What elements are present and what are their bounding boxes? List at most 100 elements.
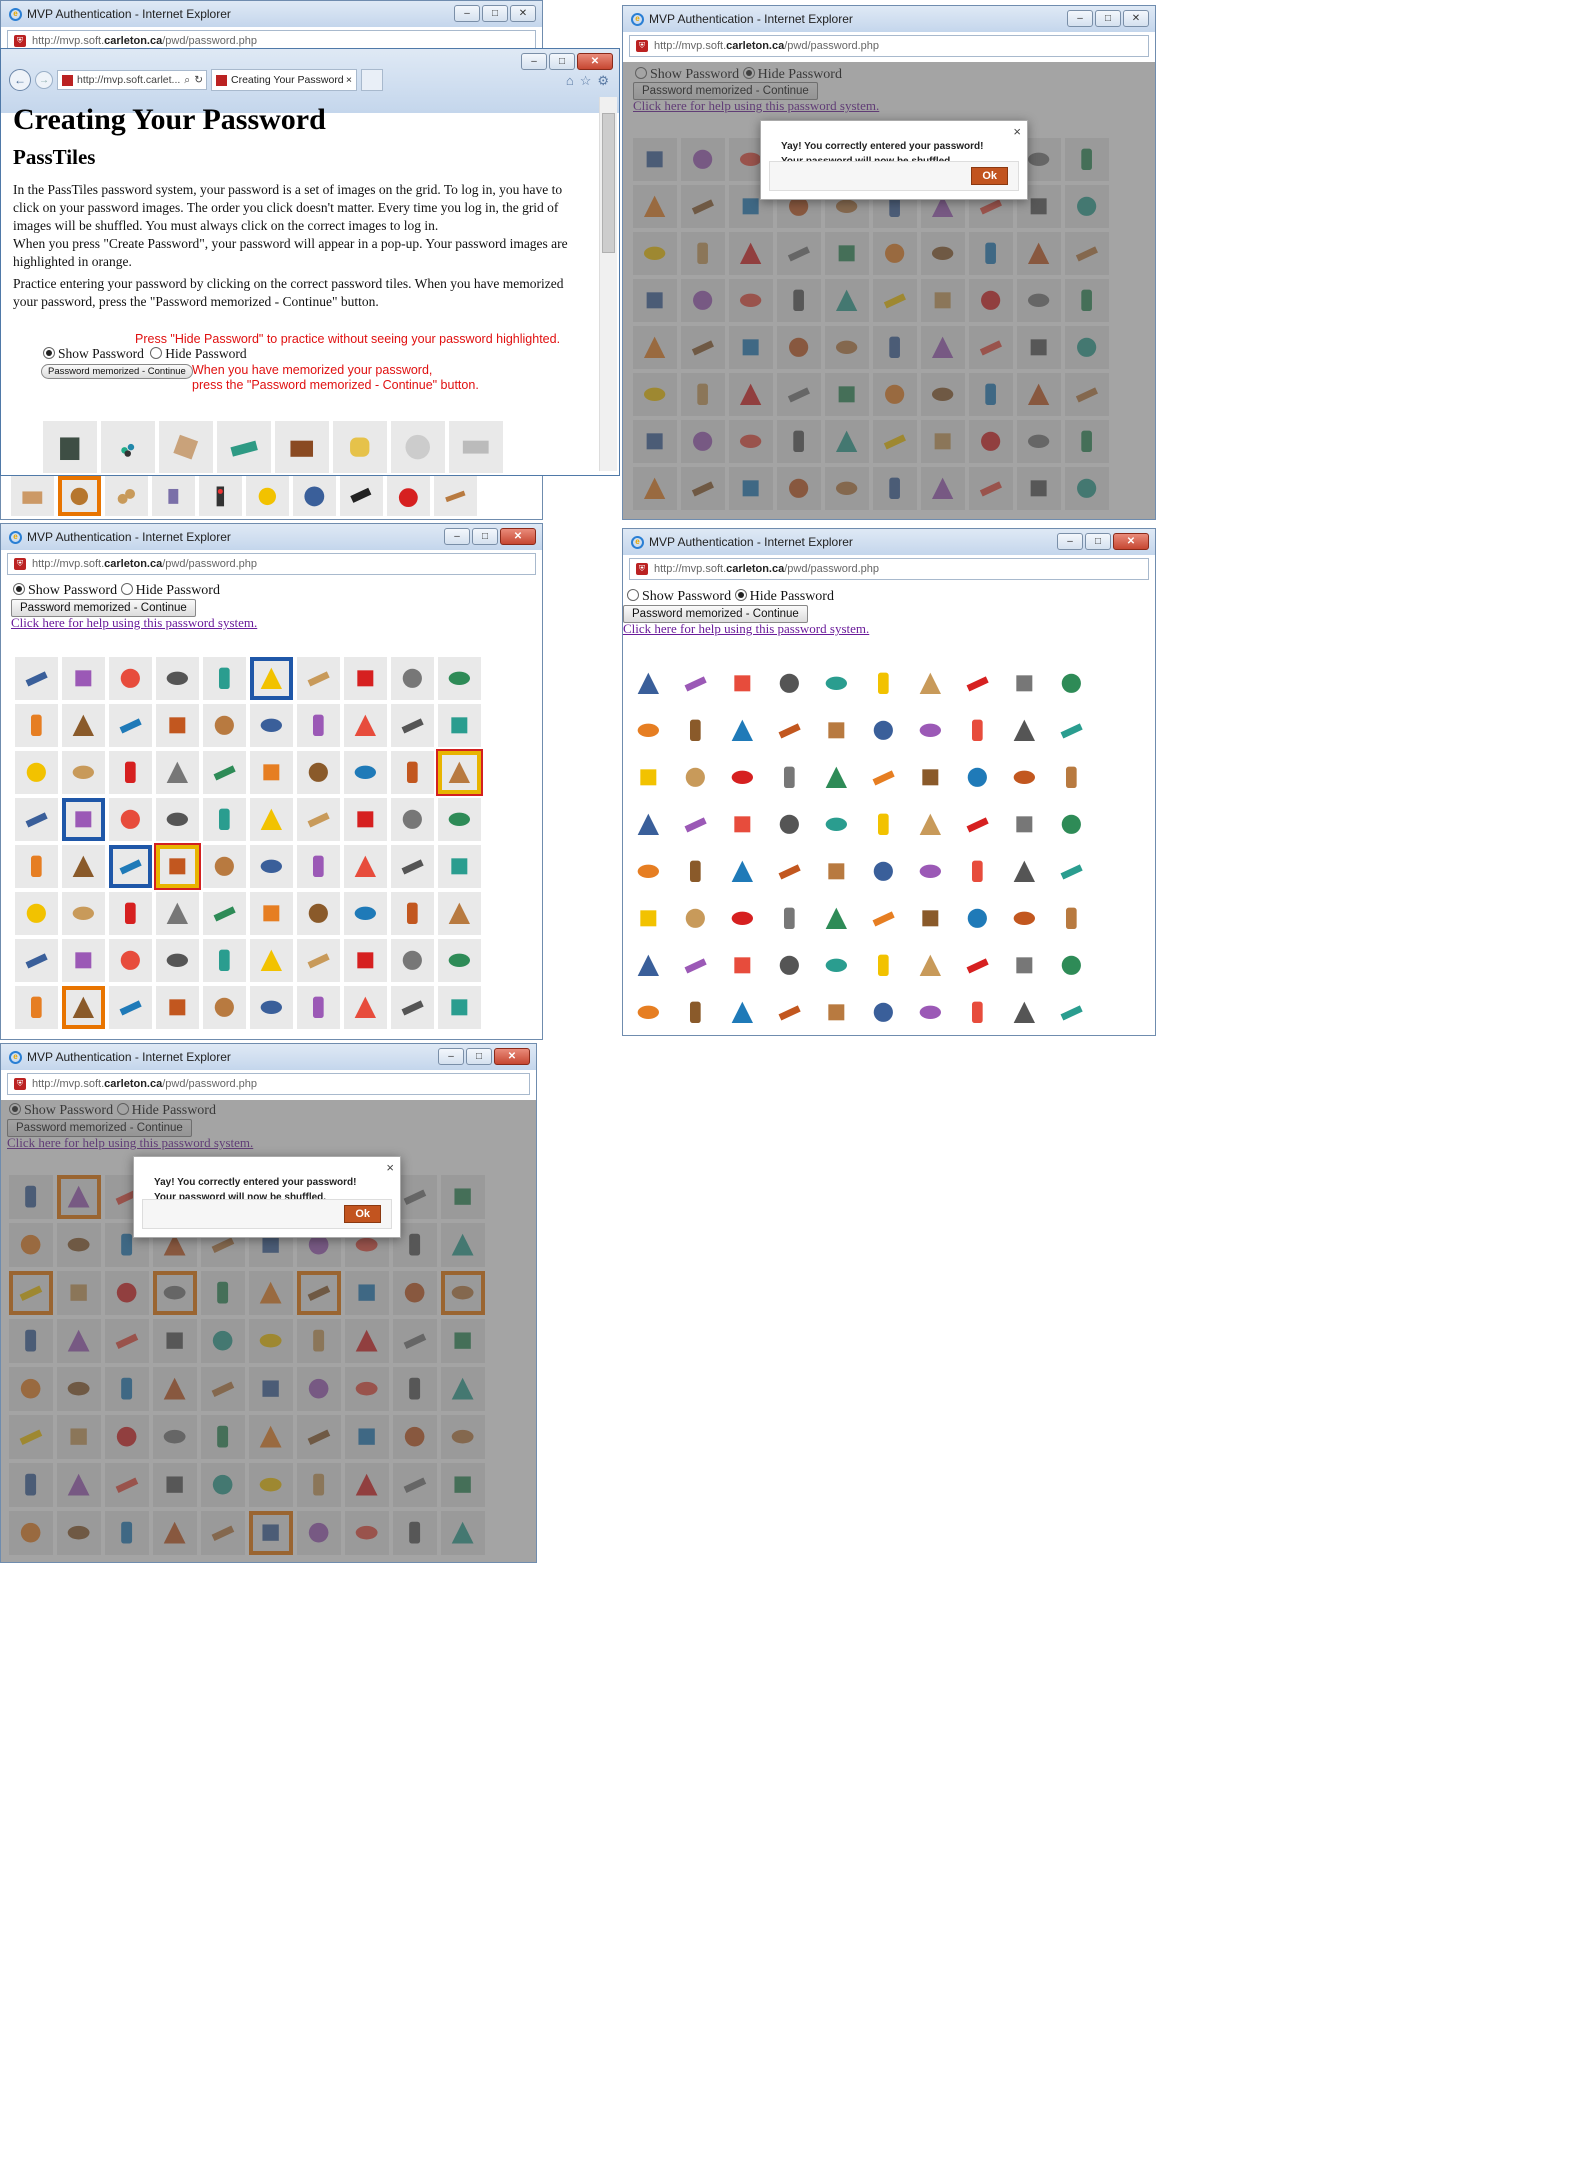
tile[interactable] — [674, 756, 717, 799]
tile[interactable] — [391, 751, 434, 794]
tile[interactable] — [627, 944, 670, 987]
tile[interactable] — [768, 850, 811, 893]
tile[interactable] — [438, 892, 481, 935]
tile[interactable] — [1050, 756, 1093, 799]
tile[interactable] — [815, 897, 858, 940]
tile[interactable] — [11, 476, 54, 516]
ok-button[interactable]: Ok — [344, 1205, 381, 1223]
help-link[interactable]: Click here for help using this password … — [11, 615, 257, 630]
minimize-button[interactable]: – — [444, 528, 470, 545]
tile-password[interactable] — [436, 749, 483, 796]
tile[interactable] — [297, 657, 340, 700]
tile[interactable] — [721, 850, 764, 893]
tile[interactable] — [297, 704, 340, 747]
tile[interactable] — [109, 939, 152, 982]
tile[interactable] — [815, 803, 858, 846]
tile[interactable] — [627, 897, 670, 940]
tile[interactable] — [721, 991, 764, 1034]
tile[interactable] — [109, 892, 152, 935]
tile[interactable] — [246, 476, 289, 516]
tile[interactable] — [62, 892, 105, 935]
tile[interactable] — [391, 892, 434, 935]
tile[interactable] — [15, 798, 58, 841]
help-link[interactable]: Click here for help using this password … — [623, 621, 869, 636]
tile[interactable] — [956, 709, 999, 752]
tile[interactable] — [387, 476, 430, 516]
tile[interactable] — [1050, 897, 1093, 940]
tile-password[interactable] — [62, 798, 105, 841]
tile[interactable] — [768, 662, 811, 705]
address-bar[interactable]: ⛨ http://mvp.soft. carleton.ca/pwd/passwor… — [629, 35, 1149, 57]
tile[interactable] — [15, 704, 58, 747]
tile[interactable] — [156, 939, 199, 982]
close-button[interactable]: ✕ — [500, 528, 536, 545]
tile[interactable] — [159, 421, 213, 473]
tile[interactable] — [344, 892, 387, 935]
ok-button[interactable]: Ok — [971, 167, 1008, 185]
tile[interactable] — [43, 421, 97, 473]
tile[interactable] — [250, 939, 293, 982]
close-tab-icon[interactable]: × — [346, 74, 352, 86]
tile[interactable] — [275, 421, 329, 473]
tile[interactable] — [391, 657, 434, 700]
tile[interactable] — [156, 657, 199, 700]
tile[interactable] — [15, 986, 58, 1029]
tile[interactable] — [909, 991, 952, 1034]
tile[interactable] — [721, 709, 764, 752]
tile[interactable] — [203, 751, 246, 794]
tile[interactable] — [109, 751, 152, 794]
tile[interactable] — [768, 991, 811, 1034]
tile[interactable] — [344, 704, 387, 747]
close-button[interactable]: ✕ — [1123, 10, 1149, 27]
tile[interactable] — [909, 803, 952, 846]
tile[interactable] — [156, 798, 199, 841]
tile[interactable] — [909, 944, 952, 987]
hide-password-radio[interactable] — [734, 589, 747, 601]
tile[interactable] — [1003, 756, 1046, 799]
tile[interactable] — [62, 845, 105, 888]
tile[interactable] — [909, 756, 952, 799]
tile-password[interactable] — [154, 843, 201, 890]
search-icon[interactable]: ⌕ — [184, 74, 190, 87]
tile[interactable] — [101, 421, 155, 473]
tile[interactable] — [203, 845, 246, 888]
tile[interactable] — [768, 709, 811, 752]
tile[interactable] — [862, 897, 905, 940]
maximize-button[interactable]: □ — [1095, 10, 1121, 27]
tile[interactable] — [62, 657, 105, 700]
forward-button[interactable]: → — [35, 71, 53, 89]
tile[interactable] — [815, 709, 858, 752]
tile[interactable] — [250, 892, 293, 935]
tile[interactable] — [627, 850, 670, 893]
tile[interactable] — [340, 476, 383, 516]
tile[interactable] — [862, 850, 905, 893]
tile[interactable] — [109, 657, 152, 700]
tile[interactable] — [1050, 662, 1093, 705]
tile[interactable] — [438, 657, 481, 700]
tile[interactable] — [391, 798, 434, 841]
show-password-radio[interactable] — [13, 583, 25, 595]
tile[interactable] — [156, 751, 199, 794]
tile[interactable] — [15, 939, 58, 982]
tile[interactable] — [815, 662, 858, 705]
tile[interactable] — [674, 662, 717, 705]
address-bar[interactable]: http://mvp.soft.carlet... ⌕ ↻ — [57, 70, 207, 90]
maximize-button[interactable]: □ — [1085, 533, 1111, 550]
tile[interactable] — [203, 986, 246, 1029]
tile[interactable] — [1050, 709, 1093, 752]
maximize-button[interactable]: □ — [472, 528, 498, 545]
tile[interactable] — [344, 845, 387, 888]
show-password-radio[interactable] — [627, 589, 639, 601]
tile[interactable] — [815, 991, 858, 1034]
show-password-radio[interactable] — [43, 347, 55, 359]
tile[interactable] — [909, 662, 952, 705]
maximize-button[interactable]: □ — [482, 5, 508, 22]
tile[interactable] — [1050, 944, 1093, 987]
new-tab-button[interactable] — [361, 69, 383, 91]
tile[interactable] — [438, 986, 481, 1029]
tile[interactable] — [1003, 850, 1046, 893]
maximize-button[interactable]: □ — [466, 1048, 492, 1065]
tile[interactable] — [1003, 803, 1046, 846]
tab-creating-password[interactable]: Creating Your Password × — [211, 69, 357, 91]
tile[interactable] — [768, 944, 811, 987]
